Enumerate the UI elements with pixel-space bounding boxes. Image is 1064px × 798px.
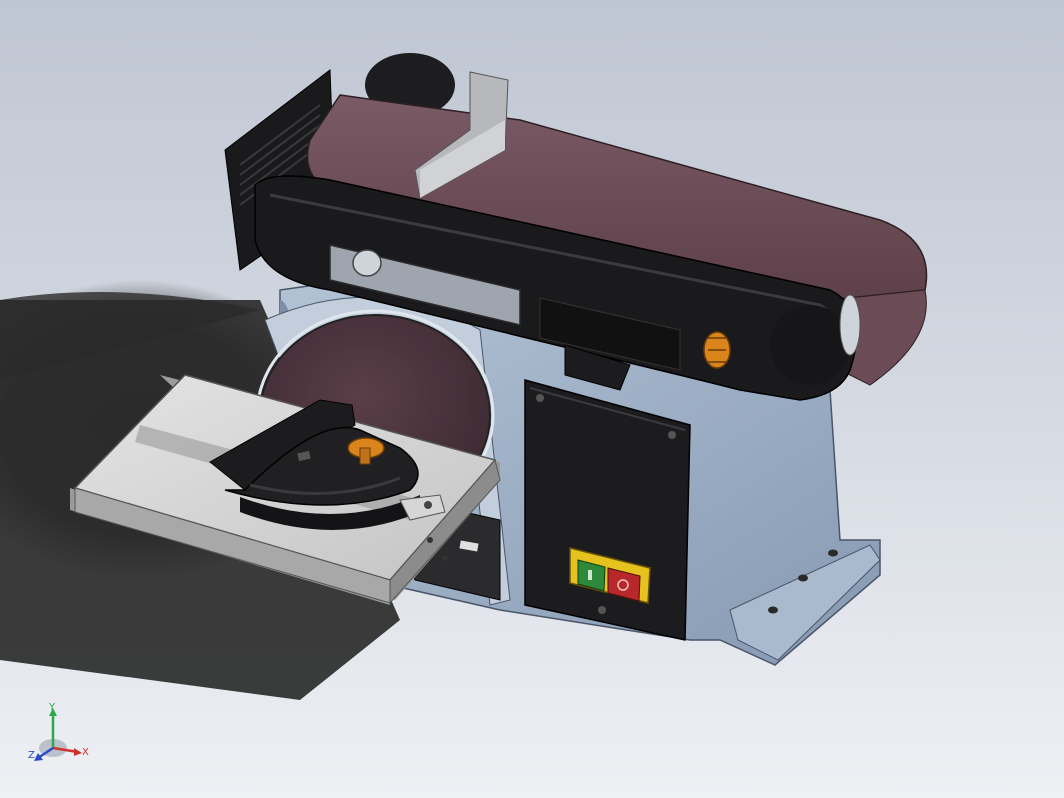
switch-panel — [524, 379, 691, 641]
orientation-triad: Y X Z — [28, 702, 89, 761]
mount-hole — [828, 549, 838, 557]
tension-knob — [703, 331, 731, 369]
z-axis-label: Z — [28, 750, 35, 761]
mount-hole — [798, 574, 808, 582]
cad-viewport[interactable]: Y X Z — [0, 0, 1064, 798]
mount-hole — [768, 606, 778, 614]
sander-model-scene — [0, 53, 928, 700]
x-axis-label: X — [82, 747, 89, 758]
y-axis-label: Y — [48, 702, 56, 713]
tracking-screw — [352, 249, 382, 277]
